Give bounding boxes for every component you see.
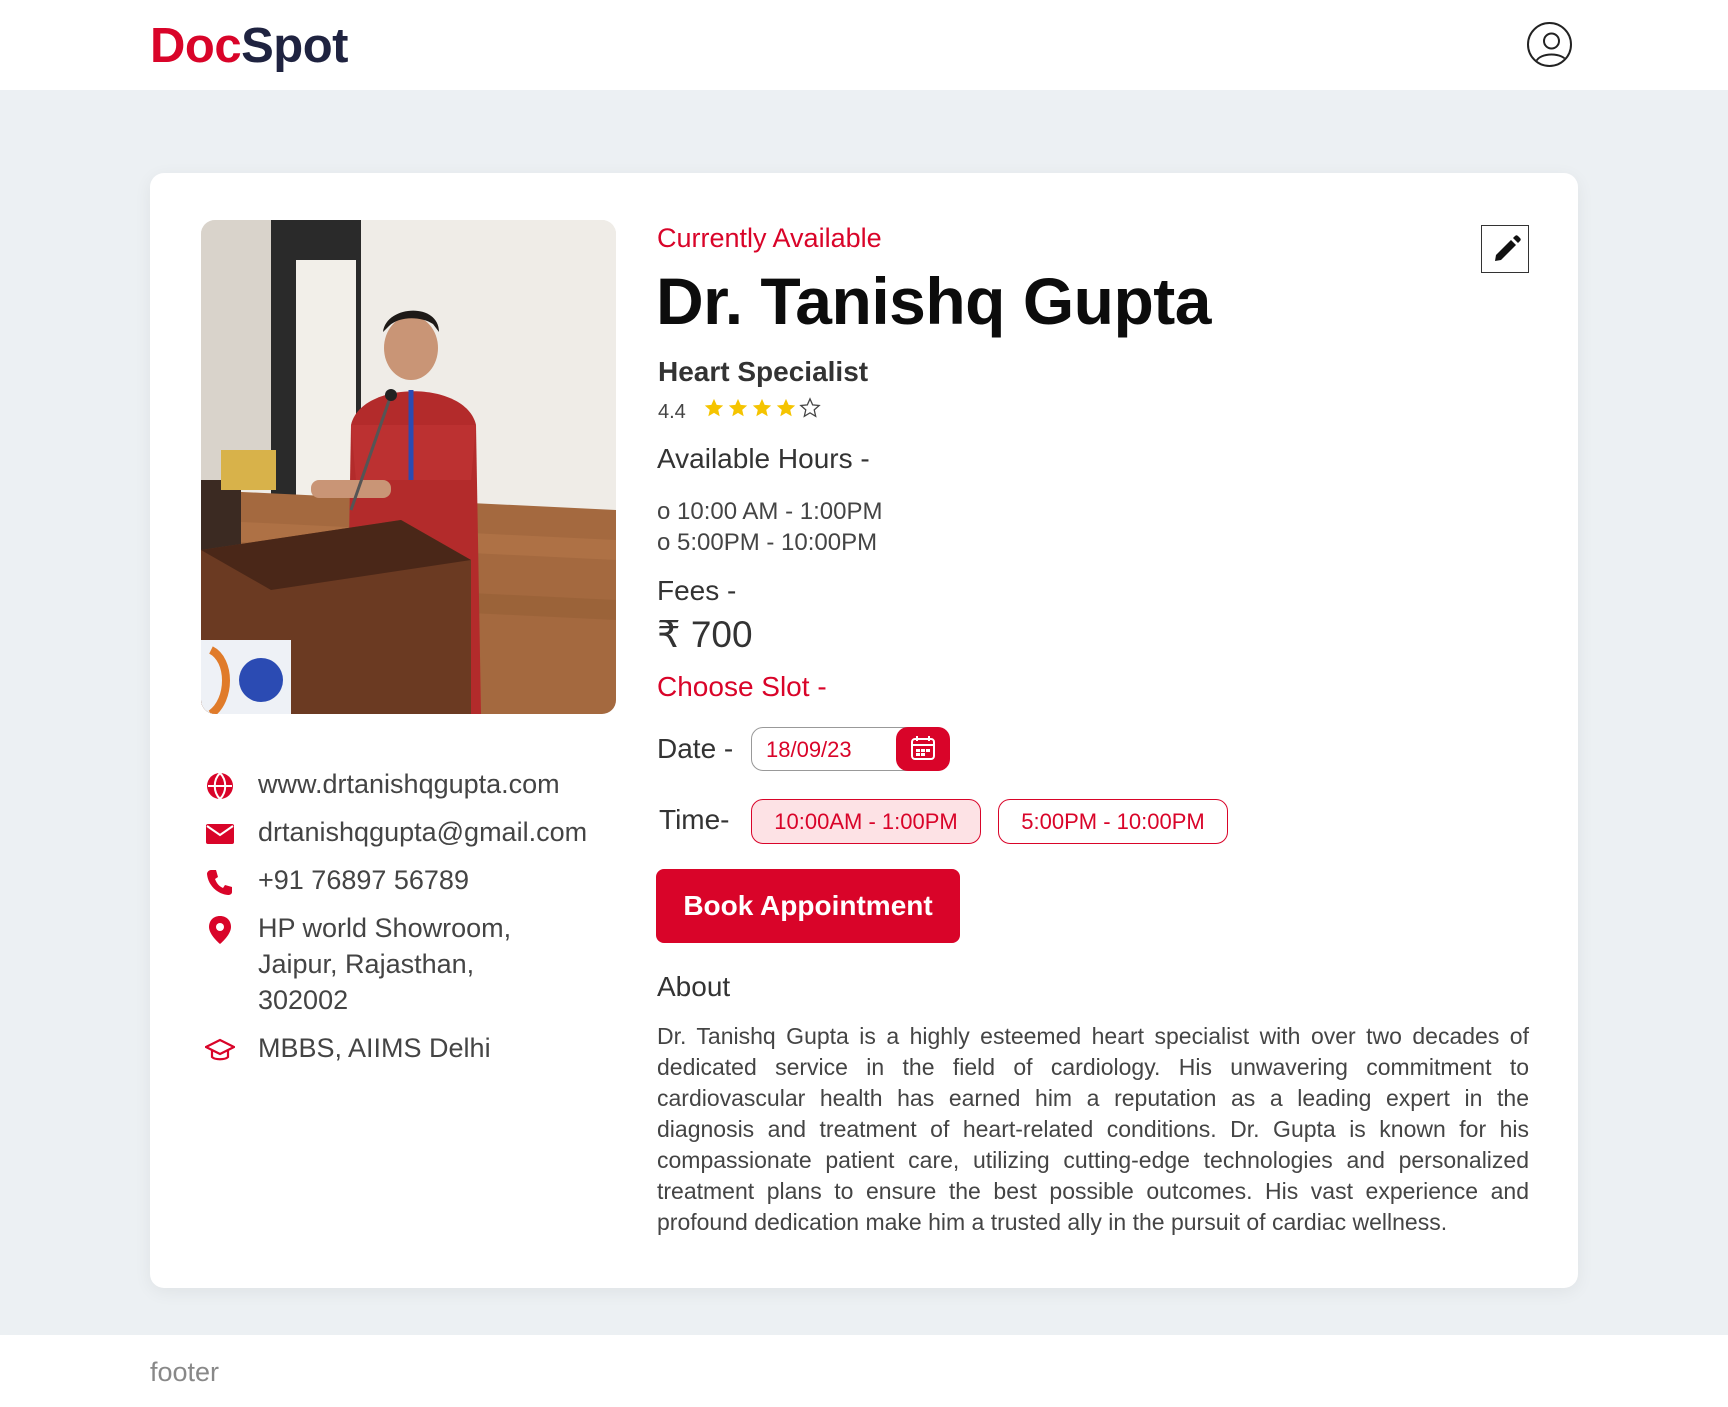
contact-info: www.drtanishqgupta.com drtanishqgupta@gm… <box>201 766 621 1078</box>
top-navbar: DocSpot <box>0 0 1728 90</box>
time-slot-morning[interactable]: 10:00AM - 1:00PM <box>751 799 981 844</box>
date-input[interactable]: 18/09/23 <box>751 726 950 771</box>
address-row: HP world Showroom, Jaipur, Rajasthan, 30… <box>201 910 621 1018</box>
graduation-cap-icon <box>205 1038 235 1061</box>
fees-label: Fees - <box>657 575 737 606</box>
user-circle-icon <box>1535 32 1568 63</box>
doctor-photo <box>201 220 616 714</box>
logo[interactable]: DocSpot <box>150 18 348 74</box>
phone-row: +91 76897 56789 <box>201 862 621 898</box>
date-label: Date - <box>657 733 734 764</box>
about-text: Dr. Tanishq Gupta is a highly esteemed h… <box>657 1023 1529 1235</box>
star-filled-icon <box>752 398 772 417</box>
doctor-name: Dr. Tanishq Gupta <box>656 264 1211 338</box>
education-text: MBBS, AIIMS Delhi <box>258 1033 491 1063</box>
website-link[interactable]: www.drtanishqgupta.com <box>258 769 560 799</box>
hour-slot-2: o 5:00PM - 10:00PM <box>657 529 878 556</box>
doctor-profile-card: www.drtanishqgupta.com drtanishqgupta@gm… <box>150 173 1578 1288</box>
available-hours-label: Available Hours - <box>657 443 870 474</box>
phone-icon <box>207 870 232 895</box>
time-label: Time- <box>659 804 730 835</box>
calendar-icon <box>910 735 935 760</box>
time-slot-evening[interactable]: 5:00PM - 10:00PM <box>998 799 1228 844</box>
rating-value: 4.4 <box>658 401 686 423</box>
rating-stars <box>703 397 821 419</box>
user-profile-button[interactable] <box>1527 22 1572 67</box>
website-row: www.drtanishqgupta.com <box>201 766 621 802</box>
location-pin-icon <box>209 916 231 944</box>
logo-doc: Doc <box>150 19 242 73</box>
star-filled-icon <box>728 398 748 417</box>
hour-slot-1: o 10:00 AM - 1:00PM <box>657 498 883 525</box>
address-line-2: Jaipur, Rajasthan, <box>258 949 475 979</box>
star-filled-icon <box>704 398 724 417</box>
about-title: About <box>657 971 731 1002</box>
choose-slot-label: Choose Slot - <box>657 671 827 702</box>
footer: footer <box>0 1335 1728 1407</box>
phone-number[interactable]: +91 76897 56789 <box>258 865 469 895</box>
specialty: Heart Specialist <box>658 356 869 387</box>
address-line-1: HP world Showroom, <box>258 913 512 943</box>
email-link[interactable]: drtanishqgupta@gmail.com <box>258 817 587 847</box>
footer-text: footer <box>150 1357 220 1387</box>
star-empty-icon <box>799 397 821 418</box>
email-row: drtanishqgupta@gmail.com <box>201 814 621 850</box>
date-value: 18/09/23 <box>766 737 852 762</box>
book-appointment-button[interactable]: Book Appointment <box>656 869 960 943</box>
calendar-button[interactable] <box>895 726 950 771</box>
address-line-3: 302002 <box>258 985 349 1015</box>
pencil-icon <box>1495 235 1521 261</box>
availability-status: Currently Available <box>657 223 882 253</box>
globe-icon <box>207 772 233 800</box>
logo-spot: Spot <box>241 19 348 73</box>
education-row: MBBS, AIIMS Delhi <box>201 1030 621 1066</box>
edit-profile-button[interactable] <box>1481 225 1529 273</box>
mail-icon <box>206 824 234 844</box>
star-filled-icon <box>776 398 796 417</box>
fees-value: ₹ 700 <box>657 614 753 655</box>
